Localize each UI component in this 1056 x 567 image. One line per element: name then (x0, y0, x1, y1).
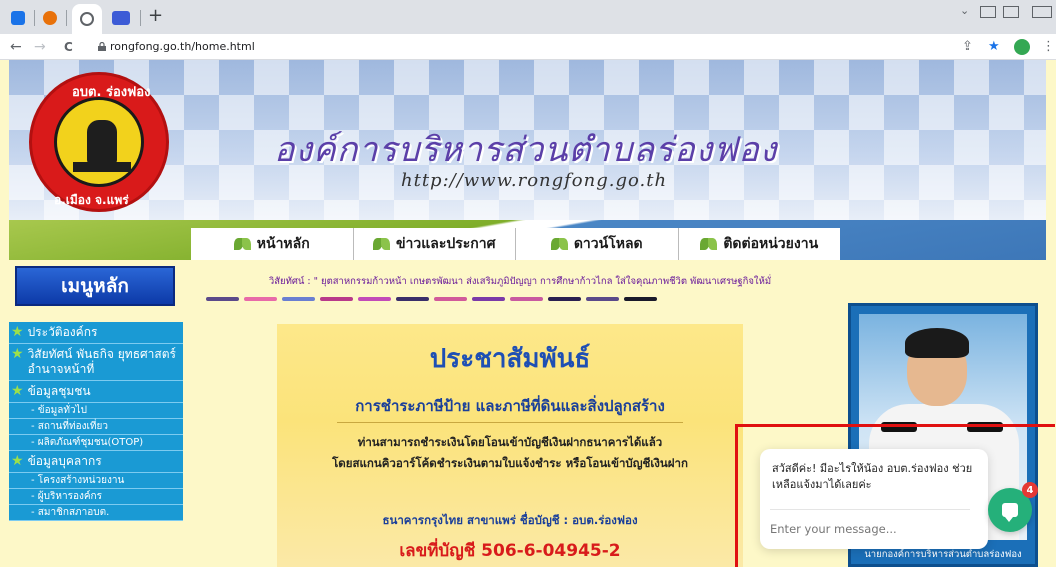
nav-contact[interactable]: ติดต่อหน่วยงาน (679, 228, 841, 260)
close-window-icon[interactable] (1032, 6, 1052, 18)
promo-bank: ธนาคารกรุงไทย สาขาแพร่ ชื่อบัญชี : อบต.ร… (382, 513, 638, 527)
tab-active[interactable] (72, 4, 102, 34)
chat-message-input[interactable] (770, 518, 970, 540)
tab-separator (66, 10, 67, 26)
left-sidebar: เมนูหลัก ★ ประวัติองค์กร ★ วิสัยทัศน์ พันธ… (9, 260, 183, 567)
sidebar-sub-structure[interactable]: - โครงสร้างหน่วยงาน (9, 473, 183, 489)
color-swatch (472, 297, 505, 301)
tab-search-icon[interactable]: ⌄ (960, 4, 969, 17)
tab-outlook[interactable] (8, 6, 28, 30)
color-swatch-row (206, 297, 657, 301)
reload-icon[interactable]: C (64, 38, 73, 56)
browser-tab-bar: + ⌄ (0, 0, 1056, 34)
nav-home[interactable]: หน้าหลัก (191, 228, 354, 260)
nav-news-label: ข่าวและประกาศ (395, 236, 496, 252)
chrome-icon (80, 12, 94, 26)
star-icon: ★ (11, 383, 24, 399)
promo-divider (337, 422, 683, 423)
profile-avatar[interactable] (1014, 39, 1030, 55)
lock-icon (98, 42, 106, 51)
color-swatch (320, 297, 353, 301)
share-icon[interactable]: ⇪ (962, 39, 973, 55)
color-swatch (548, 297, 581, 301)
url-text[interactable]: rongfong.go.th/home.html (110, 40, 255, 53)
tab-separator (140, 10, 141, 26)
address-bar: ← → C rongfong.go.th/home.html ⇪ ★ ⋮ (0, 34, 1056, 60)
sidebar-sub-executives[interactable]: - ผู้บริหารองค์กร (9, 489, 183, 505)
chat-unread-badge: 4 (1022, 482, 1038, 498)
chat-divider (770, 509, 970, 510)
butterfly-icon (233, 238, 252, 250)
forward-icon[interactable]: → (34, 38, 46, 56)
new-tab-button[interactable]: + (148, 7, 163, 25)
color-swatch (244, 297, 277, 301)
seal-logo: อบต. ร่องฟอง อ.เมือง จ.แพร่ (29, 72, 169, 212)
chrome-menu-icon[interactable]: ⋮ (1042, 39, 1055, 55)
tab-ms[interactable] (108, 6, 134, 30)
main-menu-button[interactable]: เมนูหลัก (15, 266, 175, 306)
nav-download[interactable]: ดาวน์โหลด (516, 228, 679, 260)
sidebar-item-history[interactable]: ★ ประวัติองค์กร (9, 322, 183, 344)
portrait-hair (905, 328, 969, 358)
sidebar-item-personnel[interactable]: ★ ข้อมูลบุคลากร (9, 451, 183, 473)
color-swatch (586, 297, 619, 301)
star-icon: ★ (11, 346, 24, 362)
sidebar-item-label: ข้อมูลบุคลากร (27, 454, 102, 468)
sidebar-item-vision[interactable]: ★ วิสัยทัศน์ พันธกิจ ยุทธศาสตร์ อำนาจหน้า… (9, 344, 183, 381)
sidebar-sub-general[interactable]: - ข้อมูลทั่วไป (9, 403, 183, 419)
maximize-window-icon[interactable] (1003, 6, 1019, 18)
promo-line-1: ท่านสามารถชำระเงินโดยโอนเข้าบัญชีเงินฝาก… (357, 435, 663, 449)
promo-account-number: เลขที่บัญชี 506-6-04945-2 (399, 541, 621, 561)
chat-bubble-icon (1002, 503, 1018, 522)
promo-banner[interactable]: ประชาสัมพันธ์ การชำระภาษีป้าย และภาษีที่… (277, 324, 743, 567)
butterfly-icon (550, 238, 569, 250)
back-icon[interactable]: ← (10, 38, 22, 56)
site-title: องค์การบริหารส่วนตำบลร่องฟอง (274, 130, 778, 170)
ms-icon (112, 11, 130, 25)
bookmark-star-icon[interactable]: ★ (988, 39, 1000, 55)
color-swatch (434, 297, 467, 301)
seal-figure (87, 120, 117, 164)
outlook-icon (11, 11, 25, 25)
butterfly-icon (700, 238, 718, 250)
promo-line-2: โดยสแกนคิวอาร์โค้ดชำระเงินตามใบแจ้งชำระ … (332, 456, 688, 470)
sidebar-sub-council[interactable]: - สมาชิกสภาอบต. (9, 505, 183, 521)
chat-popup: สวัสดีค่ะ! มีอะไรให้น้อง อบต.ร่องฟอง ช่ว… (760, 449, 988, 549)
firefox-icon (43, 11, 57, 25)
color-swatch (624, 297, 657, 301)
promo-title: ประชาสัมพันธ์ (429, 344, 591, 374)
sidebar-sub-otop[interactable]: - ผลิตภัณฑ์ชุมชน(OTOP) (9, 435, 183, 451)
vision-marquee: วิสัยทัศน์ : " ยุตสาหกรรมก้าวหน้า เกษตรพ… (268, 276, 772, 287)
seal-center (54, 97, 144, 187)
nav-contact-label: ติดต่อหน่วยงาน (723, 236, 819, 252)
tab-firefox[interactable] (40, 6, 60, 30)
color-swatch (282, 297, 315, 301)
chat-greeting: สวัสดีค่ะ! มีอะไรให้น้อง อบต.ร่องฟอง ช่ว… (772, 462, 973, 491)
nav-download-label: ดาวน์โหลด (573, 236, 643, 252)
promo-subtitle: การชำระภาษีป้าย และภาษีที่ดินและสิ่งปลูก… (355, 397, 665, 415)
color-swatch (510, 297, 543, 301)
tab-separator (34, 10, 35, 26)
seal-bottom-text: อ.เมือง จ.แพร่ (54, 193, 129, 207)
main-nav: หน้าหลัก ข่าวและประกาศ ดาวน์โหลด ติดต่อห… (191, 228, 840, 260)
seal-base (73, 162, 131, 172)
sidebar-menu: ★ ประวัติองค์กร ★ วิสัยทัศน์ พันธกิจ ยุทธศ… (9, 322, 183, 521)
butterfly-icon (372, 238, 391, 250)
sidebar-sub-attractions[interactable]: - สถานที่ท่องเที่ยว (9, 419, 183, 435)
sidebar-item-label: วิสัยทัศน์ พันธกิจ ยุทธศาสตร์ อำนาจหน้าท… (27, 347, 176, 376)
star-icon: ★ (11, 453, 24, 469)
site-url: http://www.rongfong.go.th (401, 170, 668, 191)
color-swatch (358, 297, 391, 301)
sidebar-item-community[interactable]: ★ ข้อมูลชุมชน (9, 381, 183, 403)
nav-news[interactable]: ข่าวและประกาศ (354, 228, 516, 260)
site-banner: อบต. ร่องฟอง อ.เมือง จ.แพร่ องค์การบริหา… (9, 60, 1046, 220)
restore-window-icon[interactable] (980, 6, 996, 18)
nav-home-label: หน้าหลัก (256, 236, 310, 252)
sidebar-item-label: ข้อมูลชุมชน (27, 384, 91, 398)
star-icon: ★ (11, 324, 24, 340)
sidebar-item-label: ประวัติองค์กร (27, 325, 98, 339)
color-swatch (206, 297, 239, 301)
color-swatch (396, 297, 429, 301)
